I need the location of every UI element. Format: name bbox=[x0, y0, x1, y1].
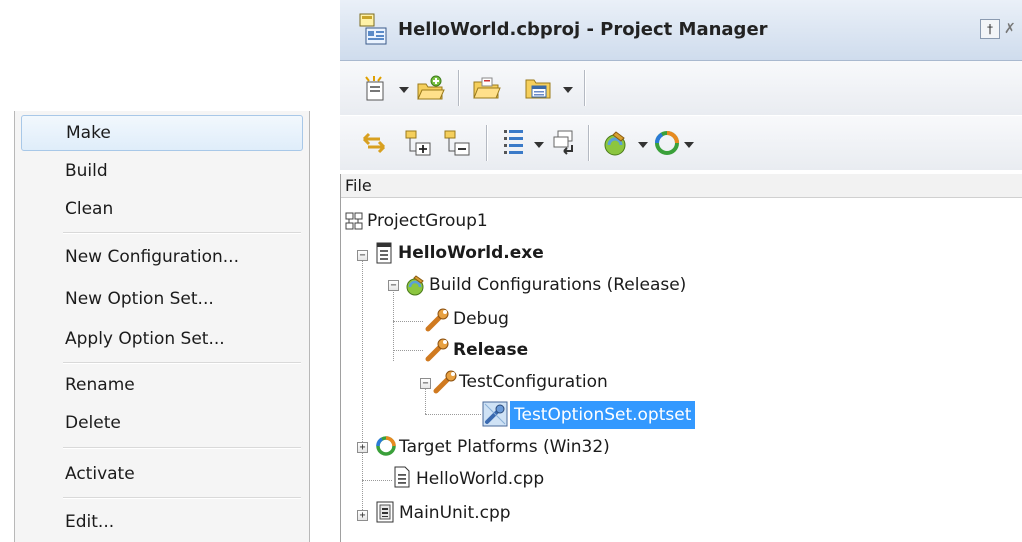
chevron-down-icon[interactable] bbox=[399, 87, 409, 93]
tree-item-helloworld-cpp[interactable]: HelloWorld.cpp bbox=[416, 464, 544, 494]
wrench-icon bbox=[425, 308, 451, 337]
chevron-down-icon[interactable] bbox=[534, 142, 544, 148]
tree-item-build-configurations[interactable]: Build Configurations (Release) bbox=[429, 270, 686, 300]
toolbar-separator bbox=[584, 70, 586, 106]
chevron-down-icon[interactable] bbox=[638, 142, 648, 148]
menu-separator bbox=[63, 232, 301, 234]
wrench-icon bbox=[433, 370, 459, 399]
add-to-project-icon[interactable] bbox=[416, 74, 446, 107]
sync-icon[interactable] bbox=[360, 130, 388, 161]
configurations-icon[interactable] bbox=[550, 129, 578, 162]
pin-button[interactable]: † bbox=[980, 19, 1000, 39]
tree-item-release[interactable]: Release bbox=[453, 335, 528, 365]
menu-item-rename[interactable]: Rename bbox=[21, 367, 303, 403]
toolbar-bottom bbox=[340, 116, 1022, 170]
expand-toggle[interactable]: + bbox=[357, 510, 368, 521]
tree-line bbox=[362, 256, 363, 518]
open-project-icon[interactable] bbox=[472, 74, 502, 107]
menu-item-delete[interactable]: Delete bbox=[21, 405, 303, 441]
project-manager-icon bbox=[358, 12, 388, 51]
collapse-toggle[interactable]: − bbox=[420, 378, 431, 389]
menu-separator bbox=[63, 447, 301, 449]
collapse-all-icon[interactable] bbox=[443, 129, 471, 162]
tree-item-debug[interactable]: Debug bbox=[453, 304, 509, 334]
tree-item-project-group[interactable]: ProjectGroup1 bbox=[367, 206, 488, 236]
form-unit-icon bbox=[375, 501, 395, 528]
tree-item-test-configuration[interactable]: TestConfiguration bbox=[459, 367, 608, 397]
menu-item-build[interactable]: Build bbox=[21, 153, 303, 189]
cpp-file-icon bbox=[393, 466, 411, 493]
column-header-file[interactable]: File bbox=[341, 174, 1022, 198]
tree-line bbox=[362, 480, 392, 481]
tree-line bbox=[393, 321, 423, 322]
toolbar-separator bbox=[458, 70, 460, 106]
menu-item-apply-option-set[interactable]: Apply Option Set... bbox=[21, 321, 303, 357]
tree-item-target-platforms[interactable]: Target Platforms (Win32) bbox=[399, 432, 610, 462]
menu-item-edit[interactable]: Edit... bbox=[21, 504, 303, 540]
project-group-icon bbox=[345, 212, 363, 235]
new-project-icon[interactable] bbox=[362, 75, 390, 108]
target-platforms-icon bbox=[375, 435, 397, 462]
menu-separator bbox=[63, 362, 301, 364]
project-manager-panel: HelloWorld.cbproj - Project Manager † ✗ bbox=[340, 0, 1022, 542]
title-bar: HelloWorld.cbproj - Project Manager † ✗ bbox=[340, 0, 1022, 61]
view-icon[interactable] bbox=[524, 74, 552, 107]
build-order-icon[interactable] bbox=[500, 128, 528, 163]
wrench-icon bbox=[425, 338, 451, 367]
tree-item-option-set[interactable]: TestOptionSet.optset bbox=[510, 401, 696, 429]
build-configurations-icon[interactable] bbox=[602, 129, 632, 162]
menu-item-clean[interactable]: Clean bbox=[21, 191, 303, 227]
menu-item-new-option-set[interactable]: New Option Set... bbox=[21, 281, 303, 317]
build-configurations-icon bbox=[405, 274, 427, 301]
expand-toggle[interactable]: + bbox=[357, 442, 368, 453]
collapse-toggle[interactable]: − bbox=[388, 280, 399, 291]
menu-item-activate[interactable]: Activate bbox=[21, 456, 303, 492]
target-platforms-icon[interactable] bbox=[654, 130, 680, 161]
context-menu: Make Build Clean New Configuration... Ne… bbox=[14, 111, 310, 542]
toolbar-separator bbox=[588, 125, 590, 161]
toolbar-top bbox=[340, 61, 1022, 115]
expand-all-icon[interactable] bbox=[404, 129, 432, 162]
project-tree: File ProjectGroup1 − HelloWorld.exe − Bu… bbox=[340, 174, 1022, 542]
tree-item-mainunit-cpp[interactable]: MainUnit.cpp bbox=[399, 498, 511, 528]
menu-separator bbox=[63, 497, 301, 499]
tree-line bbox=[425, 414, 481, 415]
tree-line bbox=[393, 350, 423, 351]
menu-item-make[interactable]: Make bbox=[21, 115, 303, 151]
menu-item-new-configuration[interactable]: New Configuration... bbox=[21, 239, 303, 275]
close-button[interactable]: ✗ bbox=[1004, 19, 1022, 39]
collapse-toggle[interactable]: − bbox=[357, 250, 368, 261]
panel-title: HelloWorld.cbproj - Project Manager bbox=[398, 19, 768, 40]
option-set-icon bbox=[481, 400, 509, 433]
executable-project-icon bbox=[375, 242, 393, 269]
chevron-down-icon[interactable] bbox=[684, 142, 694, 148]
toolbar-separator bbox=[486, 125, 488, 161]
chevron-down-icon[interactable] bbox=[563, 87, 573, 93]
tree-item-project[interactable]: HelloWorld.exe bbox=[398, 238, 544, 268]
